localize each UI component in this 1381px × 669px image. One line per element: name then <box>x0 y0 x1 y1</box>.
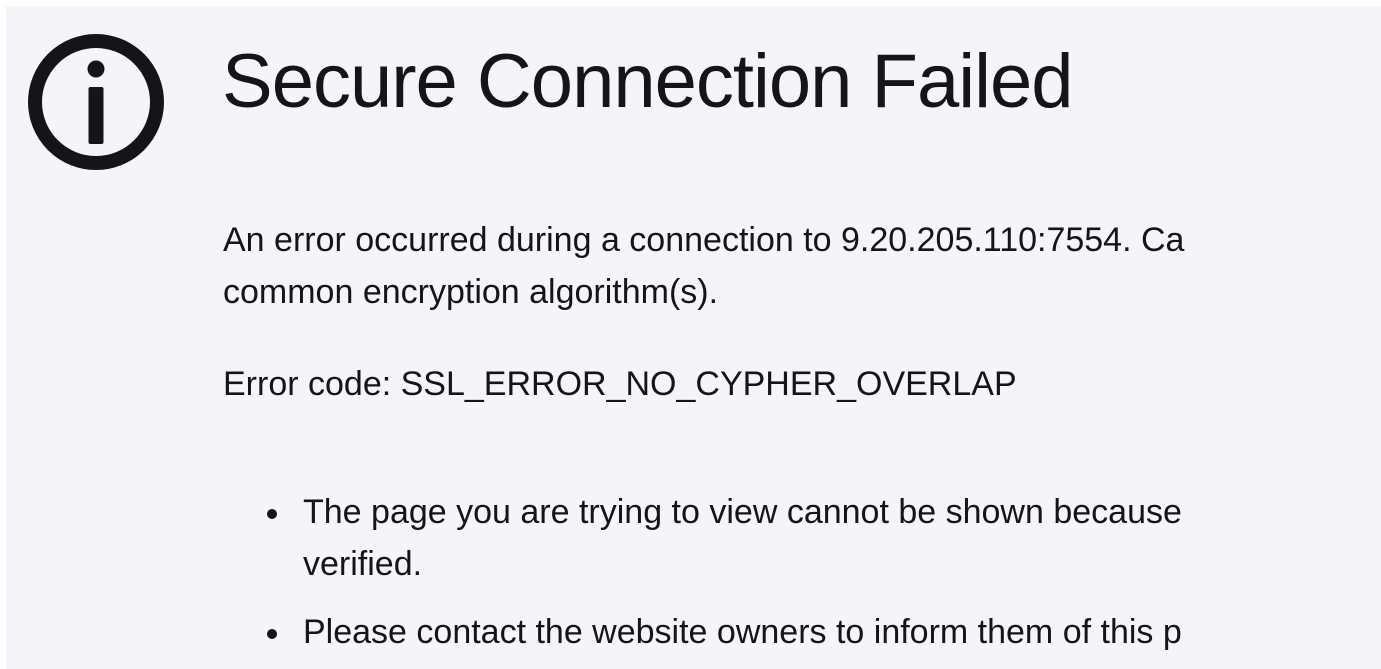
list-item: The page you are trying to view cannot b… <box>263 486 1381 590</box>
reason-line-1: The page you are trying to view cannot b… <box>303 493 1182 531</box>
bullet-icon <box>267 629 277 639</box>
error-description-line-2: common encryption algorithm(s). <box>223 273 719 311</box>
info-icon <box>26 32 166 172</box>
error-page: Secure Connection Failed An error occurr… <box>6 6 1381 669</box>
error-code: Error code: SSL_ERROR_NO_CYPHER_OVERLAP <box>223 365 1017 403</box>
page-title: Secure Connection Failed <box>222 39 1074 124</box>
reason-list: The page you are trying to view cannot b… <box>263 486 1381 669</box>
bullet-icon <box>267 509 277 519</box>
error-description-line-1: An error occurred during a connection to… <box>223 221 1185 259</box>
error-description: An error occurred during a connection to… <box>223 214 1381 318</box>
reason-line-2: verified. <box>303 545 423 583</box>
reason-line-1: Please contact the website owners to inf… <box>303 613 1182 651</box>
list-item: Please contact the website owners to inf… <box>263 606 1381 658</box>
